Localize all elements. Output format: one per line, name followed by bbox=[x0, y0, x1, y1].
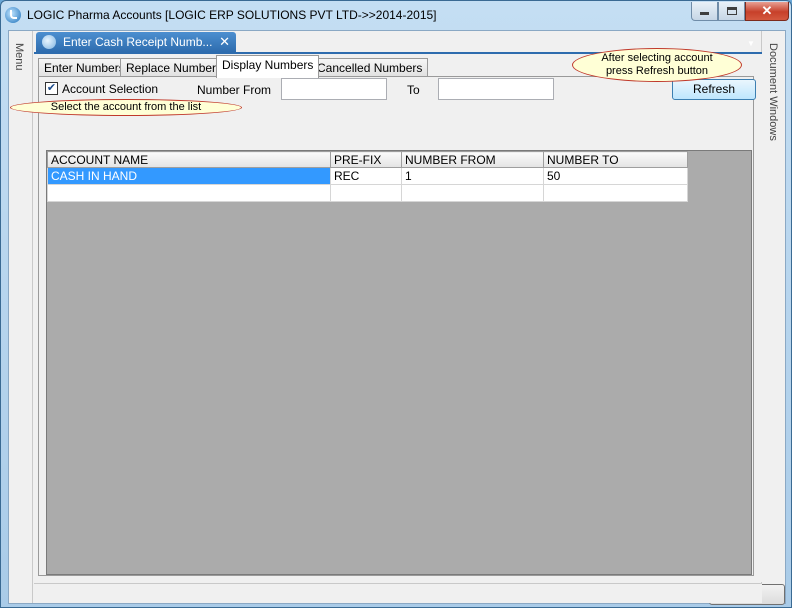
tab-enter-numbers[interactable]: Enter Numbers bbox=[38, 58, 131, 77]
prefix-cell[interactable] bbox=[330, 184, 402, 202]
account-selection-label: Account Selection bbox=[62, 82, 159, 96]
document-tab-label: Enter Cash Receipt Numb... bbox=[63, 35, 213, 49]
window-close-button[interactable]: ✕ bbox=[745, 2, 789, 21]
select-account-callout: Select the account from the list bbox=[10, 99, 242, 116]
window-title: LOGIC Pharma Accounts [LOGIC ERP SOLUTIO… bbox=[27, 8, 437, 22]
status-bar bbox=[34, 584, 762, 603]
table-row[interactable] bbox=[47, 184, 688, 202]
main-window: LOGIC Pharma Accounts [LOGIC ERP SOLUTIO… bbox=[0, 0, 792, 608]
document-tab[interactable]: Enter Cash Receipt Numb... ✕ bbox=[36, 32, 236, 52]
refresh-button[interactable]: Refresh bbox=[672, 79, 756, 100]
number-to-cell[interactable]: 50 bbox=[543, 167, 688, 185]
refresh-hint-line-1: After selecting account bbox=[601, 52, 713, 64]
document-tab-close-icon[interactable]: ✕ bbox=[219, 32, 230, 52]
table-header-row: ACCOUNT NAME PRE-FIX NUMBER FROM NUMBER … bbox=[47, 151, 688, 168]
refresh-hint-line-2: press Refresh button bbox=[605, 65, 709, 77]
account-selection-checkbox[interactable]: ✔ bbox=[45, 82, 58, 95]
document-windows-label: Document Windows bbox=[767, 43, 779, 141]
number-from-cell[interactable] bbox=[401, 184, 544, 202]
column-header-number-from[interactable]: NUMBER FROM bbox=[401, 151, 544, 168]
number-to-cell[interactable] bbox=[543, 184, 688, 202]
prefix-cell[interactable]: REC bbox=[330, 167, 402, 185]
title-bar[interactable]: LOGIC Pharma Accounts [LOGIC ERP SOLUTIO… bbox=[1, 1, 791, 29]
menu-side-panel[interactable]: Menu bbox=[9, 31, 33, 603]
number-from-label: Number From bbox=[197, 83, 272, 97]
account-name-cell[interactable] bbox=[47, 184, 331, 202]
minimize-button[interactable] bbox=[691, 2, 718, 21]
minimize-icon bbox=[700, 12, 709, 15]
table-row[interactable]: CASH IN HAND REC 1 50 bbox=[47, 167, 688, 185]
number-from-cell[interactable]: 1 bbox=[401, 167, 544, 185]
column-header-number-to[interactable]: NUMBER TO bbox=[543, 151, 688, 168]
maximize-icon bbox=[726, 7, 737, 15]
menu-side-label: Menu bbox=[13, 43, 25, 71]
document-panel: Enter Numbers Replace Numbers Display Nu… bbox=[10, 48, 785, 605]
column-header-prefix[interactable]: PRE-FIX bbox=[330, 151, 402, 168]
close-icon: ✕ bbox=[761, 3, 773, 18]
document-windows-side-panel[interactable]: Document Windows bbox=[761, 31, 785, 603]
number-from-field[interactable] bbox=[281, 78, 387, 100]
accounts-grid-area: ACCOUNT NAME PRE-FIX NUMBER FROM NUMBER … bbox=[46, 150, 752, 575]
mdi-client: Menu Document Windows Enter Cash Receipt… bbox=[8, 30, 786, 605]
tab-list-dropdown-icon[interactable]: ▼ bbox=[747, 39, 755, 48]
refresh-hint-callout: After selecting account press Refresh bu… bbox=[572, 48, 742, 82]
tab-cancelled-numbers[interactable]: Cancelled Numbers bbox=[311, 58, 429, 77]
to-label: To bbox=[407, 83, 420, 97]
tab-display-numbers[interactable]: Display Numbers bbox=[216, 55, 320, 78]
number-to-field[interactable] bbox=[438, 78, 554, 100]
document-tab-icon bbox=[42, 35, 56, 49]
tab-replace-numbers[interactable]: Replace Numbers bbox=[120, 58, 229, 77]
accounts-table: ACCOUNT NAME PRE-FIX NUMBER FROM NUMBER … bbox=[47, 151, 688, 202]
app-logo-icon bbox=[5, 7, 21, 23]
maximize-button[interactable] bbox=[718, 2, 745, 21]
account-name-cell[interactable]: CASH IN HAND bbox=[47, 167, 331, 185]
column-header-account-name[interactable]: ACCOUNT NAME bbox=[47, 151, 331, 168]
